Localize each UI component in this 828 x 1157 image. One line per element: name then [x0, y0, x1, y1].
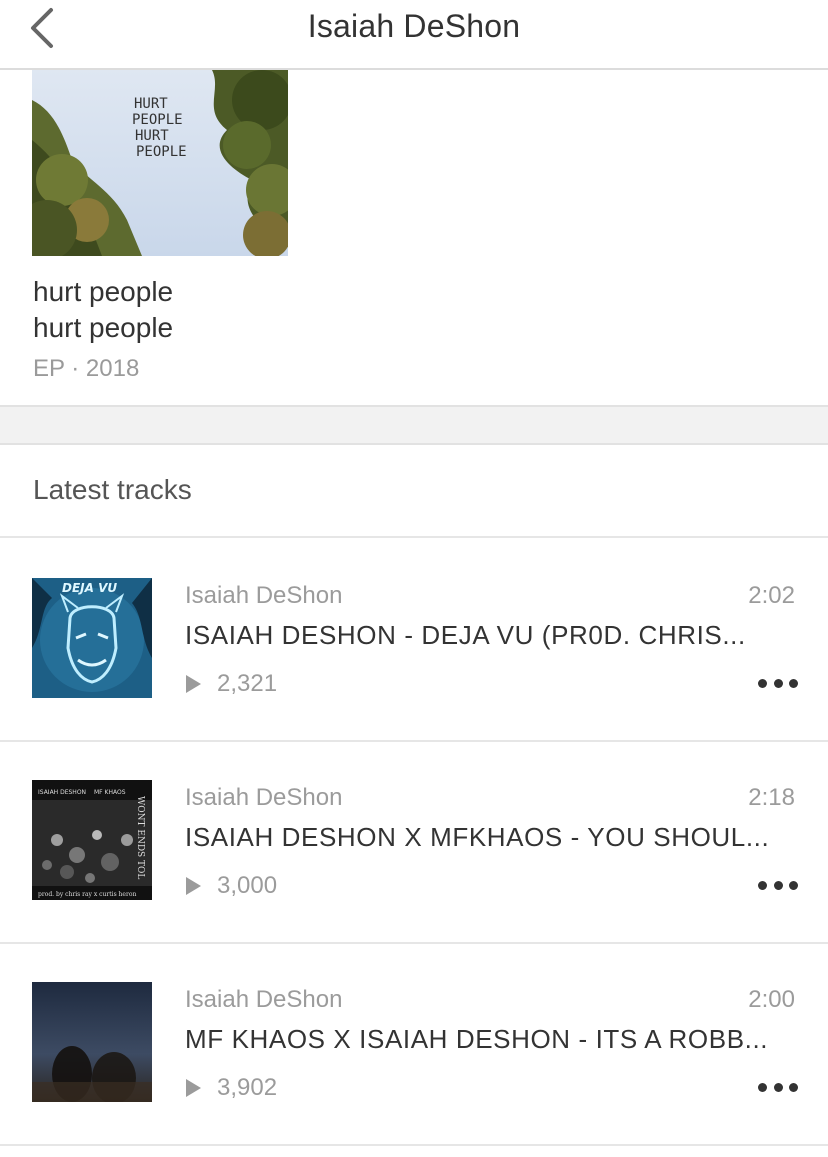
dot-icon: [789, 678, 798, 688]
divider: [0, 1144, 828, 1146]
dot-icon: [773, 880, 783, 890]
more-options-button[interactable]: [758, 872, 798, 898]
svg-text:prod. by chris ray x curtis he: prod. by chris ray x curtis heron: [38, 891, 136, 898]
more-options-button[interactable]: [758, 1074, 798, 1100]
section-title-latest-tracks: Latest tracks: [33, 474, 192, 505]
track-duration: 2:02: [748, 582, 795, 609]
dot-icon: [789, 1082, 798, 1092]
play-icon: [186, 877, 201, 895]
album-subtitle: hurt people: [33, 312, 174, 343]
dot-icon: [773, 678, 783, 688]
svg-text:MF KHAOS: MF KHAOS: [94, 789, 126, 796]
play-icon: [186, 1079, 201, 1097]
track-artist[interactable]: Isaiah DeShon: [185, 784, 342, 812]
dot-icon: [758, 880, 767, 890]
play-count: 3,000: [186, 872, 277, 900]
svg-text:HURT: HURT: [135, 128, 169, 144]
album-title[interactable]: hurt people: [33, 276, 173, 308]
track-artist[interactable]: Isaiah DeShon: [185, 986, 342, 1014]
svg-text:WONT ENDS TOL: WONT ENDS TOL: [135, 796, 145, 879]
svg-text:PEOPLE: PEOPLE: [132, 112, 183, 128]
track-row[interactable]: DEJA VU Isaiah DeShon 2:02 ISAIAH DESHON…: [0, 538, 828, 738]
svg-text:PEOPLE: PEOPLE: [136, 144, 187, 160]
play-count-value: 2,321: [217, 670, 278, 697]
play-count-value: 3,000: [217, 872, 278, 899]
album-meta: EP · 2018: [33, 355, 140, 382]
more-options-button[interactable]: [758, 670, 798, 696]
track-artwork: DEJA VU: [32, 578, 152, 698]
track-title[interactable]: ISAIAH DESHON - DEJA VU (PR0D. CHRIS...: [185, 620, 797, 651]
dot-icon: [758, 678, 767, 688]
top-bar: Isaiah DeShon: [0, 0, 828, 70]
track-row[interactable]: ISAIAH DESHON MF KHAOS prod. by chris ra…: [0, 740, 828, 940]
svg-text:HURT: HURT: [134, 96, 168, 112]
track-duration: 2:00: [748, 986, 795, 1013]
play-icon: [186, 675, 201, 693]
dot-icon: [758, 1082, 767, 1092]
track-duration: 2:18: [748, 784, 795, 811]
play-count: 2,321: [186, 670, 277, 698]
svg-text:ISAIAH DESHON: ISAIAH DESHON: [38, 789, 86, 796]
svg-text:DEJA VU: DEJA VU: [62, 581, 117, 595]
track-row[interactable]: Isaiah DeShon 2:00 MF KHAOS X ISAIAH DES…: [0, 942, 828, 1142]
track-artwork: [32, 982, 152, 1102]
section-separator: [0, 405, 828, 445]
album-artwork[interactable]: HURT PEOPLE HURT PEOPLE: [32, 70, 288, 256]
track-title[interactable]: MF KHAOS X ISAIAH DESHON - ITS A ROBB...: [185, 1024, 797, 1055]
play-count-value: 3,902: [217, 1074, 278, 1101]
track-title[interactable]: ISAIAH DESHON X MFKHAOS - YOU SHOUL...: [185, 822, 797, 853]
track-artist[interactable]: Isaiah DeShon: [185, 582, 342, 610]
play-count: 3,902: [186, 1074, 277, 1102]
page-title: Isaiah DeShon: [307, 8, 521, 44]
track-artwork: ISAIAH DESHON MF KHAOS prod. by chris ra…: [32, 780, 152, 900]
dot-icon: [773, 1082, 783, 1092]
dot-icon: [789, 880, 798, 890]
